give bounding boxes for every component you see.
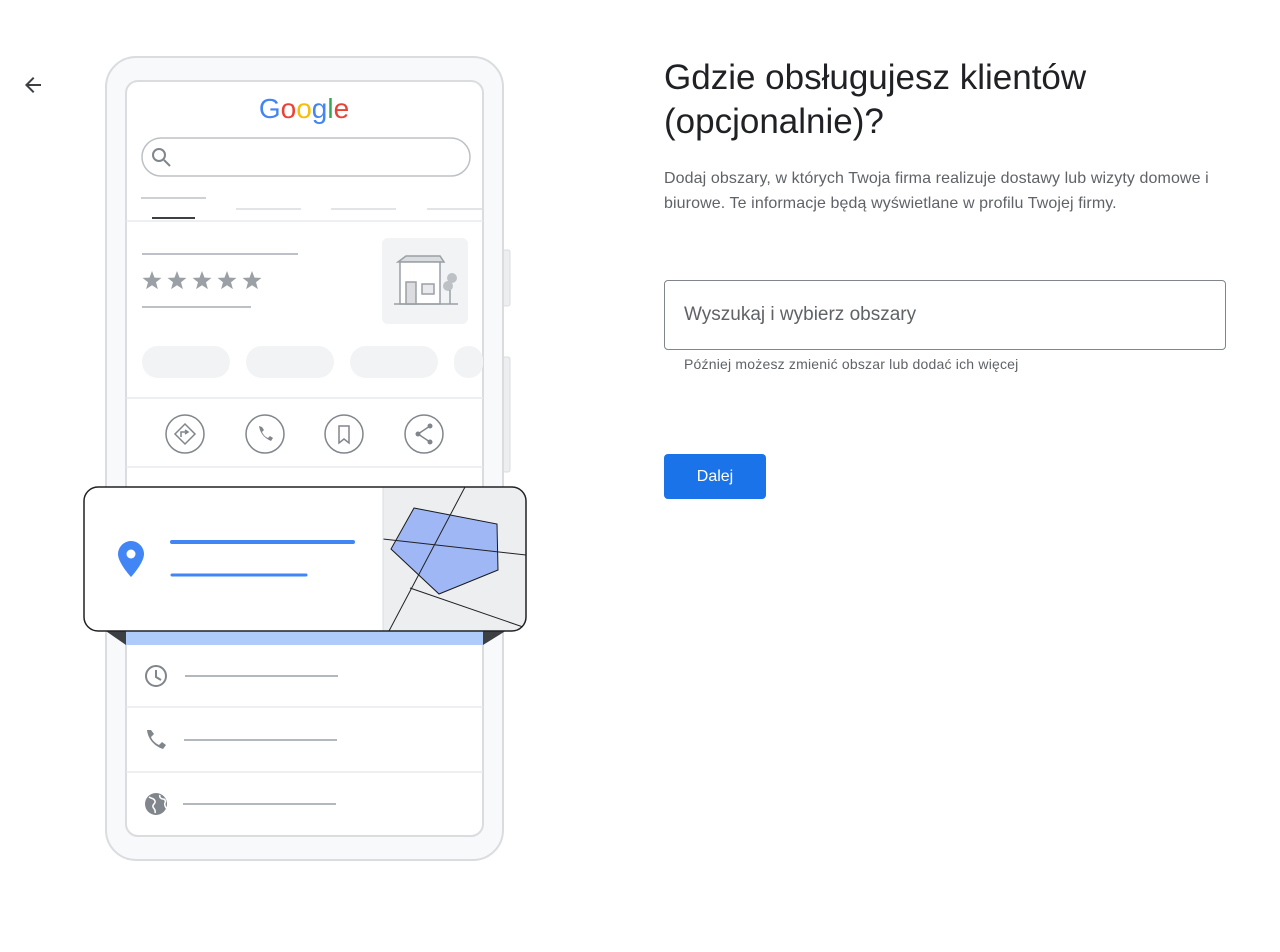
next-button[interactable]: Dalej bbox=[664, 454, 766, 499]
page-title: Gdzie obsługujesz klientów (opcjonalnie)… bbox=[664, 58, 1087, 141]
main-content: Gdzie obsługujesz klientów (opcjonalnie)… bbox=[664, 56, 1226, 499]
helper-text: Później możesz zmienić obszar lub dodać … bbox=[684, 356, 1019, 372]
google-logo-letter: G bbox=[259, 93, 281, 124]
google-logo-letter: o bbox=[296, 93, 312, 124]
arrow-back-icon bbox=[25, 77, 41, 93]
bookmark-icon bbox=[324, 414, 364, 454]
directions-icon bbox=[165, 414, 205, 454]
phone-side-button bbox=[502, 249, 511, 307]
google-logo-letter: g bbox=[312, 93, 328, 124]
mock-search-bar bbox=[141, 137, 471, 177]
globe-icon bbox=[145, 793, 168, 815]
service-area-search-field[interactable] bbox=[664, 280, 1226, 350]
mini-map bbox=[382, 487, 526, 631]
service-area-search-input[interactable] bbox=[665, 281, 1225, 349]
mock-chips bbox=[142, 346, 483, 378]
google-logo-letter: e bbox=[334, 93, 350, 124]
share-icon bbox=[404, 414, 444, 454]
phone-illustration: Google bbox=[83, 56, 527, 861]
google-logo-letter: o bbox=[281, 93, 297, 124]
back-button[interactable] bbox=[12, 64, 54, 106]
phone-screen bbox=[125, 80, 484, 837]
phone-icon bbox=[245, 414, 285, 454]
phone-side-button bbox=[502, 356, 511, 473]
google-logo: Google bbox=[259, 93, 349, 124]
page-description: Dodaj obszary, w których Twoja firma rea… bbox=[664, 170, 1209, 212]
